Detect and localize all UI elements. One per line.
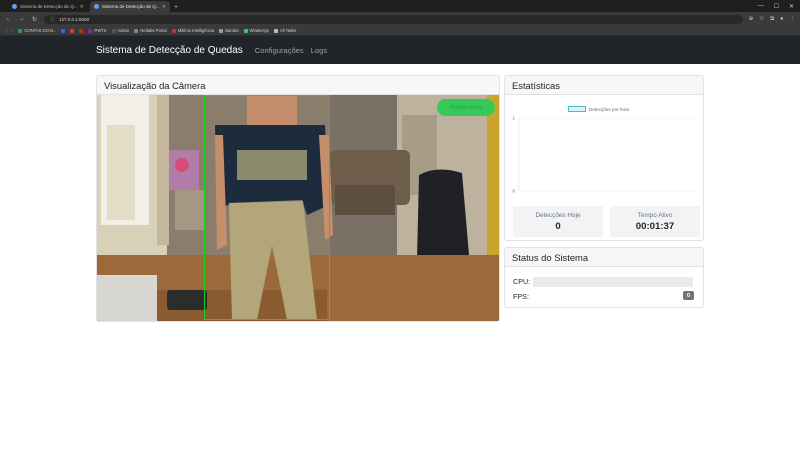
detections-today-box: Detecções Hoje 0 (513, 206, 603, 237)
favicon-icon (12, 4, 17, 9)
fps-badge: 0 (683, 291, 694, 300)
bookmark-item[interactable]: Bamba (219, 28, 239, 33)
whatsapp-icon (243, 28, 248, 33)
close-tab-icon[interactable]: ✕ (80, 4, 84, 10)
back-icon[interactable]: ← (5, 16, 12, 22)
bookmark-icon (61, 28, 66, 33)
apps-icon[interactable]: ⋮⋮ (5, 28, 13, 33)
camera-card-title: Visualização da Câmera (97, 76, 499, 95)
app-navbar: Sistema de Detecção de Quedas Configuraç… (0, 36, 800, 64)
chart-y-tick-label: 0 (512, 189, 515, 194)
bookmark-item[interactable]: PWTS (88, 28, 107, 33)
address-text: 127.0.0.1:5000 (59, 16, 90, 22)
bookmark-icon (219, 28, 224, 33)
bookmark-item[interactable] (79, 28, 84, 33)
minimize-icon[interactable]: — (758, 3, 764, 10)
chart-svg: 10 (512, 116, 699, 194)
menu-icon[interactable]: ⋮ (790, 16, 796, 23)
bookmark-star-icon[interactable]: ☆ (759, 16, 764, 23)
monitoring-status-badge: Monitorando (437, 99, 495, 116)
bookmark-icon (70, 28, 75, 33)
close-tab-icon[interactable]: ✕ (162, 4, 166, 10)
bookmark-item[interactable]: CONTAS DO B... (18, 28, 56, 33)
tab-title: Sistema de Detecção de Q... (102, 4, 159, 9)
chart-y-tick-label: 1 (512, 116, 515, 121)
bookmark-item[interactable]: Admin (111, 28, 129, 33)
zoom-icon[interactable]: ⊕ (749, 16, 754, 23)
statistics-card: Estatísticas Detecções por hora 10 Detec… (504, 75, 704, 241)
profile-icon[interactable]: ● (780, 16, 783, 23)
bookmark-icon (111, 28, 116, 33)
maximize-icon[interactable]: ☐ (774, 3, 779, 10)
cpu-label: CPU: (513, 277, 531, 286)
active-time-label: Tempo Ativo (637, 211, 673, 219)
statistics-card-title: Estatísticas (505, 76, 703, 95)
cpu-progress-bar (533, 277, 693, 287)
bookmark-item[interactable]: All Tasks (273, 28, 296, 33)
detections-chart: Detecções por hora 10 (505, 95, 703, 201)
navbar-brand[interactable]: Sistema de Detecção de Quedas (96, 45, 243, 56)
browser-tab-active[interactable]: Sistema de Detecção de Q... ✕ (90, 1, 170, 12)
folder-icon (273, 28, 278, 33)
tab-title: Sistema de Detecção de Q... (20, 4, 77, 9)
camera-feed: Monitorando (97, 95, 499, 321)
bookmark-icon (134, 28, 139, 33)
browser-toolbar: ← → ↻ ⓘ 127.0.0.1:5000 ⊕ ☆ ⧉ ● ⋮ (0, 12, 800, 26)
reload-icon[interactable]: ↻ (31, 16, 38, 23)
address-bar[interactable]: ⓘ 127.0.0.1:5000 (44, 14, 743, 24)
active-time-box: Tempo Ativo 00:01:37 (610, 206, 700, 237)
extensions-icon[interactable]: ⧉ (770, 16, 774, 23)
bookmark-icon (171, 28, 176, 33)
favicon-icon (94, 4, 99, 9)
detections-today-label: Detecções Hoje (535, 211, 581, 219)
nav-link-configuracoes[interactable]: Configurações (255, 46, 304, 55)
detections-today-value: 0 (555, 220, 561, 232)
bookmark-icon (79, 28, 84, 33)
bookmarks-bar: ⋮⋮ CONTAS DO B... PWTS Admin Netlabs Por… (0, 26, 800, 36)
new-tab-icon[interactable]: + (174, 4, 178, 11)
site-info-icon[interactable]: ⓘ (50, 16, 55, 23)
folder-icon (18, 28, 23, 33)
fps-label: FPS: (513, 292, 529, 301)
browser-tab[interactable]: Sistema de Detecção de Q... ✕ (8, 1, 88, 12)
forward-icon[interactable]: → (18, 16, 25, 22)
bookmark-item[interactable] (70, 28, 75, 33)
system-status-card: Status do Sistema CPU: FPS: 0 (504, 247, 704, 308)
camera-card: Visualização da Câmera Monitorando (96, 75, 500, 322)
active-time-value: 00:01:37 (635, 220, 675, 232)
browser-tab-strip: Sistema de Detecção de Q... ✕ Sistema de… (0, 0, 800, 12)
detection-bounding-box (204, 95, 330, 320)
bookmark-item[interactable]: Netlabs Portal (134, 28, 167, 33)
close-window-icon[interactable]: ✕ (789, 3, 794, 10)
nav-link-logs[interactable]: Logs (311, 46, 327, 55)
bookmark-item[interactable]: WhatsApp (243, 28, 269, 33)
bookmark-item[interactable] (61, 28, 66, 33)
bookmark-icon (88, 28, 93, 33)
system-status-card-title: Status do Sistema (505, 248, 703, 267)
bookmark-item[interactable]: Milênio Intelligência (171, 28, 214, 33)
